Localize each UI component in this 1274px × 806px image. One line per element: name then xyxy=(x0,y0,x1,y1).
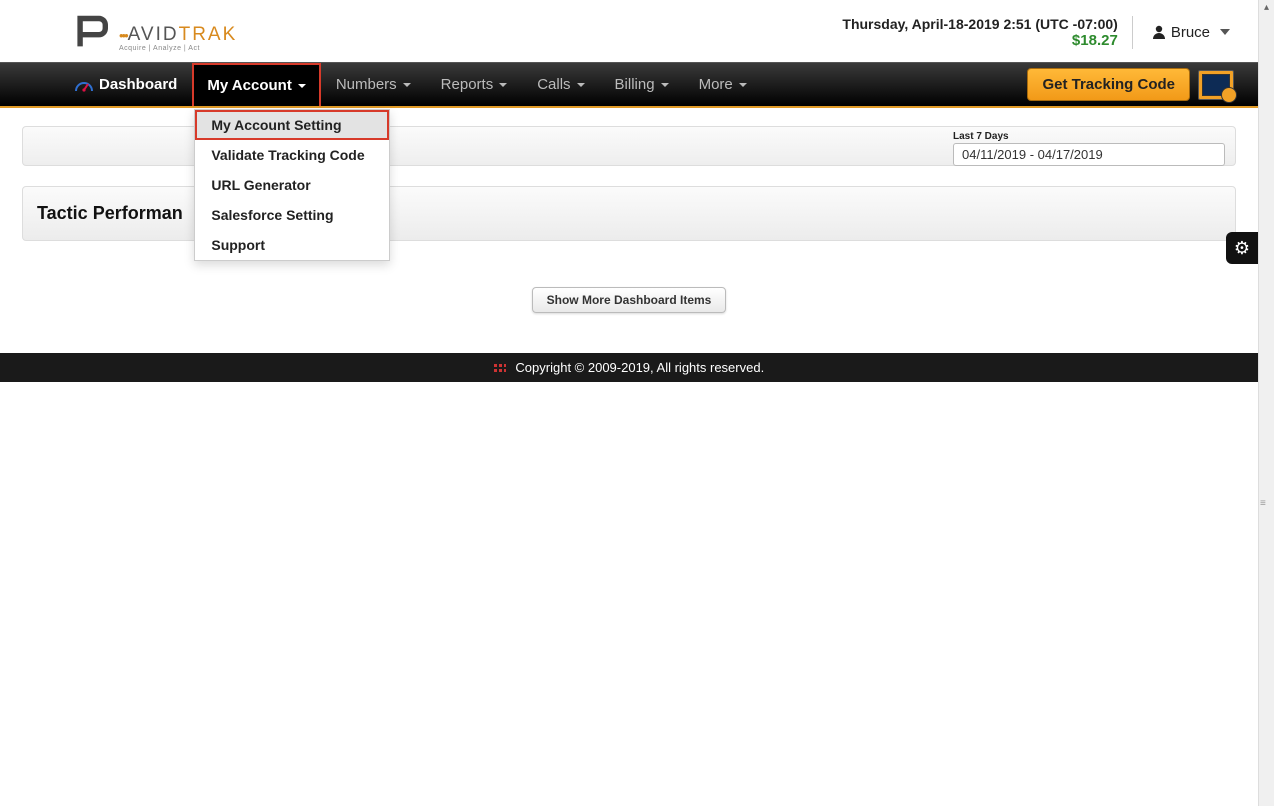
nav-my-account[interactable]: My Account My Account Setting Validate T… xyxy=(192,63,320,106)
datetime-balance-block: Thursday, April-18-2019 2:51 (UTC -07:00… xyxy=(842,16,1132,49)
user-icon xyxy=(1151,24,1167,40)
dropdown-salesforce-setting[interactable]: Salesforce Setting xyxy=(195,200,389,230)
dropdown-support[interactable]: Support xyxy=(195,230,389,260)
nav-billing-label: Billing xyxy=(615,76,655,93)
grid-icon xyxy=(494,364,506,374)
top-header: ••• AVIDTRAK Acquire | Analyze | Act Thu… xyxy=(0,0,1258,62)
current-datetime: Thursday, April-18-2019 2:51 (UTC -07:00… xyxy=(842,16,1117,32)
date-range-label: Last 7 Days xyxy=(953,131,1225,142)
date-range-input[interactable] xyxy=(953,143,1225,166)
home-icon[interactable] xyxy=(1198,70,1234,100)
dropdown-validate-tracking-code[interactable]: Validate Tracking Code xyxy=(195,140,389,170)
dropdown-my-account-setting[interactable]: My Account Setting xyxy=(195,110,389,140)
chevron-down-icon xyxy=(1220,29,1230,35)
logo-brand-prefix: AVID xyxy=(128,24,179,45)
account-balance: $18.27 xyxy=(842,32,1117,49)
footer: Copyright © 2009-2019, All rights reserv… xyxy=(0,353,1258,382)
nav-calls[interactable]: Calls xyxy=(522,63,599,106)
page-scrollbar[interactable]: ▴ ≡ xyxy=(1258,0,1274,806)
chevron-down-icon xyxy=(403,83,411,87)
logo-mark-icon xyxy=(72,12,117,52)
chevron-down-icon xyxy=(298,84,306,88)
nav-numbers-label: Numbers xyxy=(336,76,397,93)
nav-more-label: More xyxy=(699,76,733,93)
nav-numbers[interactable]: Numbers xyxy=(321,63,426,106)
chevron-down-icon xyxy=(577,83,585,87)
chevron-down-icon xyxy=(499,83,507,87)
get-tracking-code-button[interactable]: Get Tracking Code xyxy=(1027,68,1190,101)
dropdown-url-generator[interactable]: URL Generator xyxy=(195,170,389,200)
nav-dashboard-label: Dashboard xyxy=(99,76,177,93)
nav-my-account-label: My Account xyxy=(207,77,291,94)
gear-icon: ⚙ xyxy=(1234,238,1250,259)
dashboard-icon xyxy=(75,78,93,92)
main-nav: Dashboard My Account My Account Setting … xyxy=(0,62,1258,108)
scroll-up-arrow-icon[interactable]: ▴ xyxy=(1259,0,1274,16)
nav-reports[interactable]: Reports xyxy=(426,63,523,106)
user-name: Bruce xyxy=(1171,24,1210,41)
nav-reports-label: Reports xyxy=(441,76,494,93)
settings-tab[interactable]: ⚙ xyxy=(1226,232,1258,264)
chevron-down-icon xyxy=(661,83,669,87)
logo[interactable]: ••• AVIDTRAK Acquire | Analyze | Act xyxy=(72,12,237,52)
nav-billing[interactable]: Billing xyxy=(600,63,684,106)
nav-dashboard[interactable]: Dashboard xyxy=(60,63,192,106)
nav-calls-label: Calls xyxy=(537,76,570,93)
footer-text: Copyright © 2009-2019, All rights reserv… xyxy=(515,360,764,375)
user-menu[interactable]: Bruce xyxy=(1133,24,1230,41)
logo-tagline: Acquire | Analyze | Act xyxy=(119,45,237,52)
chevron-down-icon xyxy=(739,83,747,87)
scroll-marker-icon: ≡ xyxy=(1260,498,1272,510)
my-account-dropdown: My Account Setting Validate Tracking Cod… xyxy=(194,109,390,261)
show-more-button[interactable]: Show More Dashboard Items xyxy=(532,287,727,313)
logo-brand-suffix: TRAK xyxy=(179,24,238,45)
nav-more[interactable]: More xyxy=(684,63,762,106)
logo-dots-icon: ••• xyxy=(119,28,127,43)
